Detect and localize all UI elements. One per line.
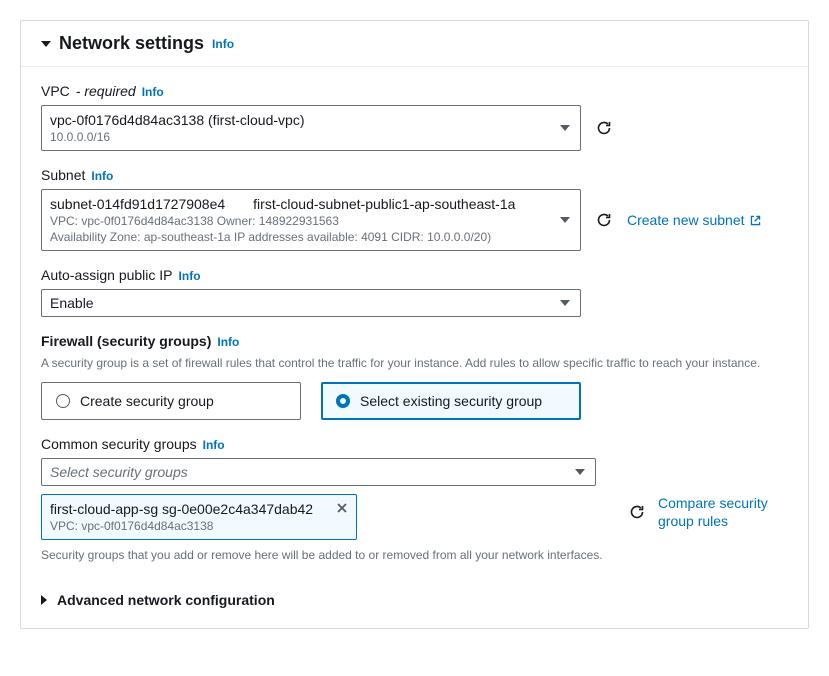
refresh-icon (596, 212, 612, 228)
radio-select-label: Select existing security group (360, 393, 542, 409)
caret-down-icon (41, 41, 51, 47)
common-sg-label: Common security groups (41, 436, 197, 452)
firewall-info-link[interactable]: Info (217, 335, 239, 349)
sg-refresh-button[interactable] (628, 503, 646, 521)
subnet-label: Subnet (41, 167, 85, 183)
vpc-select-value: vpc-0f0176d4d84ac3138 (first-cloud-vpc) (50, 112, 550, 128)
autoip-field: Auto-assign public IP Info Enable (41, 267, 788, 317)
autoip-select[interactable]: Enable (41, 289, 581, 317)
vpc-refresh-button[interactable] (595, 119, 613, 137)
radio-icon (56, 394, 70, 408)
common-sg-field: Common security groups Info Select secur… (41, 436, 788, 562)
refresh-icon (629, 504, 645, 520)
header-info-link[interactable]: Info (212, 37, 234, 51)
subnet-line2: VPC: vpc-0f0176d4d84ac3138 Owner: 148922… (50, 214, 550, 228)
advanced-network-config-toggle[interactable]: Advanced network configuration (41, 578, 788, 618)
firewall-desc: A security group is a set of firewall ru… (41, 355, 788, 372)
vpc-select-cidr: 10.0.0.0/16 (50, 130, 550, 144)
autoip-info-link[interactable]: Info (179, 269, 201, 283)
firewall-field: Firewall (security groups) Info A securi… (41, 333, 788, 420)
radio-create-label: Create security group (80, 393, 214, 409)
subnet-info-link[interactable]: Info (91, 169, 113, 183)
compare-sg-rules-link[interactable]: Compare security group rules (658, 494, 788, 530)
subnet-id: subnet-014fd91d1727908e4 (50, 196, 225, 212)
chevron-down-icon (560, 300, 570, 306)
subnet-label-row: Subnet Info (41, 167, 788, 183)
panel-title: Network settings (59, 33, 204, 54)
create-subnet-label: Create new subnet (627, 212, 745, 228)
radio-select-existing-sg[interactable]: Select existing security group (321, 382, 581, 420)
common-sg-placeholder: Select security groups (50, 464, 565, 480)
vpc-label: VPC (41, 83, 70, 99)
common-sg-info-link[interactable]: Info (203, 438, 225, 452)
common-sg-helper: Security groups that you add or remove h… (41, 548, 788, 562)
panel-body: VPC - required Info vpc-0f0176d4d84ac313… (21, 67, 808, 628)
subnet-field: Subnet Info subnet-014fd91d1727908e4 fir… (41, 167, 788, 251)
chevron-down-icon (575, 469, 585, 475)
vpc-select[interactable]: vpc-0f0176d4d84ac3138 (first-cloud-vpc) … (41, 105, 581, 151)
sg-token-remove[interactable] (336, 502, 348, 517)
create-subnet-link[interactable]: Create new subnet (627, 212, 762, 228)
caret-right-icon (41, 595, 47, 605)
autoip-label: Auto-assign public IP (41, 267, 173, 283)
common-sg-label-row: Common security groups Info (41, 436, 788, 452)
radio-create-sg[interactable]: Create security group (41, 382, 301, 420)
panel-header[interactable]: Network settings Info (21, 21, 808, 67)
vpc-info-link[interactable]: Info (142, 85, 164, 99)
firewall-label-row: Firewall (security groups) Info (41, 333, 788, 349)
autoip-value: Enable (50, 295, 550, 311)
common-sg-select[interactable]: Select security groups (41, 458, 596, 486)
close-icon (336, 502, 348, 514)
refresh-icon (596, 120, 612, 136)
firewall-radio-group: Create security group Select existing se… (41, 382, 788, 420)
sg-token-sub: VPC: vpc-0f0176d4d84ac3138 (50, 519, 348, 533)
vpc-label-row: VPC - required Info (41, 83, 788, 99)
chevron-down-icon (560, 125, 570, 131)
vpc-required: - required (76, 83, 136, 99)
subnet-refresh-button[interactable] (595, 211, 613, 229)
firewall-label: Firewall (security groups) (41, 333, 211, 349)
network-settings-panel: Network settings Info VPC - required Inf… (20, 20, 809, 629)
external-link-icon (749, 214, 762, 227)
sg-token: first-cloud-app-sg sg-0e00e2c4a347dab42 … (41, 494, 357, 540)
subnet-line3: Availability Zone: ap-southeast-1a IP ad… (50, 230, 550, 244)
sg-token-main: first-cloud-app-sg sg-0e00e2c4a347dab42 (50, 501, 348, 517)
radio-icon (336, 394, 350, 408)
subnet-name: first-cloud-subnet-public1-ap-southeast-… (253, 196, 515, 212)
vpc-field: VPC - required Info vpc-0f0176d4d84ac313… (41, 83, 788, 151)
advanced-label: Advanced network configuration (57, 592, 275, 608)
autoip-label-row: Auto-assign public IP Info (41, 267, 788, 283)
chevron-down-icon (560, 217, 570, 223)
subnet-select[interactable]: subnet-014fd91d1727908e4 first-cloud-sub… (41, 189, 581, 251)
subnet-select-main: subnet-014fd91d1727908e4 first-cloud-sub… (50, 196, 550, 212)
